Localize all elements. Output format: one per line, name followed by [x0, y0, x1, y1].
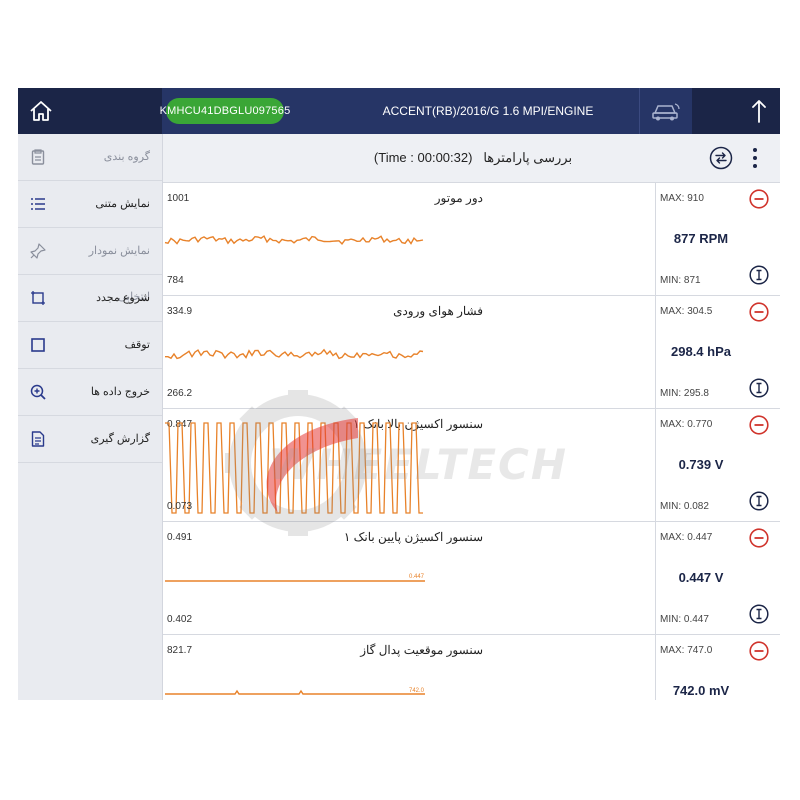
cursor-icon[interactable]: [749, 491, 769, 511]
page-title-label: بررسی پارامترها: [483, 150, 573, 165]
trace-svg: 0.447: [165, 574, 425, 582]
trace-svg: [165, 348, 424, 360]
sidebar-item-label: گروه بندی: [103, 151, 150, 163]
restart-icon: [30, 290, 46, 306]
vehicle-title: ACCENT(RB)/2016/G 1.6 MPI/ENGINE: [382, 104, 594, 118]
remove-icon[interactable]: [749, 641, 769, 661]
param-graph: 334.9 فشار هوای ورودی 266.2: [163, 296, 655, 408]
car-icon: [652, 103, 680, 121]
value-panel: MAX: 747.0 742.0 mV: [655, 635, 780, 700]
more-icon-dot: [753, 148, 757, 152]
param-graph: 0.847 سنسور اکسیژن بالا بانک ۱ 0.073: [163, 409, 655, 521]
signal-trace: [165, 348, 424, 360]
remove-icon[interactable]: [749, 189, 769, 209]
app-screen: KMHCU41DBGLU097565 ACCENT(RB)/2016/G 1.6…: [18, 88, 780, 700]
trace-end-label: 0.447: [409, 574, 425, 580]
trace-svg: 742.0: [165, 688, 425, 695]
min-label: MIN: 0.082: [660, 501, 709, 512]
y-min-label: 0.402: [167, 614, 193, 625]
max-label: MAX: 910: [660, 193, 704, 204]
home-icon: [30, 101, 52, 121]
param-row-o2-upstream: 0.847 سنسور اکسیژن بالا بانک ۱ 0.073 MAX…: [163, 409, 780, 522]
param-row-engine-rpm: 1001 دور موتور 784 MAX: 910 877 RPM MIN:…: [163, 183, 780, 296]
cursor-icon[interactable]: [749, 265, 769, 285]
cursor-icon[interactable]: [749, 604, 769, 624]
min-label: MIN: 295.8: [660, 388, 709, 399]
top-bar: KMHCU41DBGLU097565 ACCENT(RB)/2016/G 1.6…: [18, 88, 780, 134]
sidebar-item-data-export[interactable]: خروج داده ها: [18, 369, 162, 416]
current-value: 877 RPM: [673, 231, 729, 246]
param-row-o2-downstream: 0.491 سنسور اکسیژن پایین بانک ۱ 0.447 0.…: [163, 522, 780, 635]
signal-trace: [165, 689, 425, 695]
value-panel: MAX: 0.770 0.739 V MIN: 0.082: [655, 409, 780, 521]
trace-end-label: 742.0: [409, 688, 425, 694]
y-min-label: 784: [167, 275, 184, 286]
param-row-intake-pressure: 334.9 فشار هوای ورودی 266.2 MAX: 304.5 2…: [163, 296, 780, 409]
min-label: MIN: 871: [660, 275, 701, 286]
sidebar-item-group[interactable]: گروه بندی: [18, 134, 162, 181]
sidebar-item-label: خروج داده ها: [90, 386, 150, 398]
y-min-label: 266.2: [167, 388, 193, 399]
home-button[interactable]: [18, 88, 64, 134]
more-menu-button[interactable]: [745, 146, 765, 170]
sidebar-item-text-view[interactable]: نمایش متنی: [18, 181, 162, 228]
sidebar: گروه بندی نمایش متنی نمایش نمودار انتخاب…: [18, 134, 163, 700]
param-graph: 821.7 سنسور موقعیت پدال گاز 742.0: [163, 635, 655, 700]
remove-icon[interactable]: [749, 302, 769, 322]
sidebar-item-selected-graph[interactable]: نمایش نمودار انتخابی: [18, 228, 162, 303]
group-icon: [30, 149, 46, 165]
current-value: 0.447 V: [678, 570, 724, 585]
sidebar-item-label: توقف: [124, 339, 150, 351]
cursor-icon[interactable]: [749, 378, 769, 398]
sidebar-item-label: گزارش گیری: [90, 433, 150, 445]
zoom-export-icon: [30, 384, 46, 400]
current-value: 0.739 V: [678, 457, 724, 472]
swap-icon[interactable]: [709, 146, 733, 170]
remove-icon[interactable]: [749, 415, 769, 435]
sidebar-item-label: نمایش متنی: [95, 198, 150, 210]
sidebar-item-label: نمایش نمودار انتخابی: [88, 245, 150, 303]
more-icon-dot: [753, 164, 757, 168]
chart-pin-icon: [30, 243, 46, 259]
max-label: MAX: 747.0: [660, 645, 713, 656]
value-panel: MAX: 0.447 0.447 V MIN: 0.447: [655, 522, 780, 634]
stop-icon: [30, 337, 46, 353]
max-label: MAX: 0.770: [660, 419, 713, 430]
trace-svg: [164, 235, 424, 245]
vin-badge: KMHCU41DBGLU097565: [160, 98, 290, 124]
page-title: بررسی پارامترها (Time : 00:00:32): [323, 134, 623, 182]
signal-trace: [164, 235, 424, 245]
sidebar-item-restart[interactable]: شروع مجدد: [18, 275, 162, 322]
report-icon: [30, 431, 46, 447]
max-label: MAX: 304.5: [660, 306, 713, 317]
vehicle-bar: KMHCU41DBGLU097565 ACCENT(RB)/2016/G 1.6…: [160, 88, 692, 134]
param-graph: 0.491 سنسور اکسیژن پایین بانک ۱ 0.447 0.…: [163, 522, 655, 634]
value-panel: MAX: 304.5 298.4 hPa MIN: 295.8: [655, 296, 780, 408]
remove-icon[interactable]: [749, 528, 769, 548]
max-label: MAX: 0.447: [660, 532, 713, 543]
param-row-pedal-position: 821.7 سنسور موقعیت پدال گاز 742.0 MAX: 7…: [163, 635, 780, 700]
current-value: 742.0 mV: [672, 683, 730, 698]
parameter-panel: بررسی پارامترها (Time : 00:00:32) 1001 د…: [163, 134, 780, 700]
more-icon-dot: [753, 156, 757, 160]
trace-svg: [165, 422, 423, 514]
vehicle-info-button[interactable]: [639, 88, 692, 134]
list-icon: [30, 196, 46, 212]
signal-trace: [165, 422, 423, 514]
arrow-up-icon: [752, 100, 766, 123]
min-label: MIN: 0.447: [660, 614, 709, 625]
sidebar-item-report[interactable]: گزارش گیری: [18, 416, 162, 463]
panel-header: بررسی پارامترها (Time : 00:00:32): [163, 134, 780, 183]
current-value: 298.4 hPa: [671, 344, 731, 359]
share-button[interactable]: [738, 88, 780, 134]
y-min-label: 0.073: [167, 501, 193, 512]
param-graph: 1001 دور موتور 784: [163, 183, 655, 295]
sidebar-item-label: شروع مجدد: [96, 292, 150, 304]
elapsed-time: (Time : 00:00:32): [373, 150, 473, 165]
value-panel: MAX: 910 877 RPM MIN: 871: [655, 183, 780, 295]
sidebar-item-stop[interactable]: توقف: [18, 322, 162, 369]
